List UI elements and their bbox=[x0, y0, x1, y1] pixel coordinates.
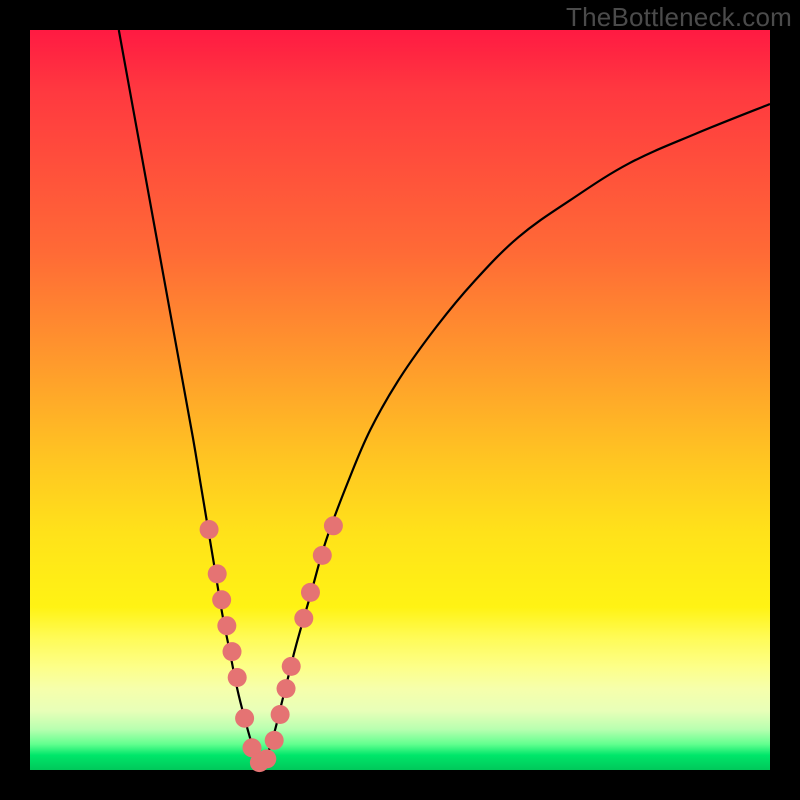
marker-dot bbox=[200, 520, 219, 539]
marker-dot bbox=[324, 516, 343, 535]
marker-dot bbox=[294, 609, 313, 628]
marker-dot bbox=[217, 616, 236, 635]
marker-dot bbox=[271, 705, 290, 724]
highlight-markers bbox=[200, 516, 343, 772]
plot-area bbox=[30, 30, 770, 770]
marker-dot bbox=[235, 709, 254, 728]
curve-right-branch bbox=[259, 104, 770, 763]
marker-dot bbox=[208, 564, 227, 583]
marker-dot bbox=[277, 679, 296, 698]
marker-dot bbox=[212, 590, 231, 609]
curve-svg bbox=[30, 30, 770, 770]
marker-dot bbox=[223, 642, 242, 661]
marker-dot bbox=[313, 546, 332, 565]
marker-dot bbox=[282, 657, 301, 676]
marker-dot bbox=[265, 731, 284, 750]
marker-dot bbox=[257, 749, 276, 768]
marker-dot bbox=[228, 668, 247, 687]
chart-frame: TheBottleneck.com bbox=[0, 0, 800, 800]
watermark-text: TheBottleneck.com bbox=[566, 2, 792, 33]
marker-dot bbox=[301, 583, 320, 602]
